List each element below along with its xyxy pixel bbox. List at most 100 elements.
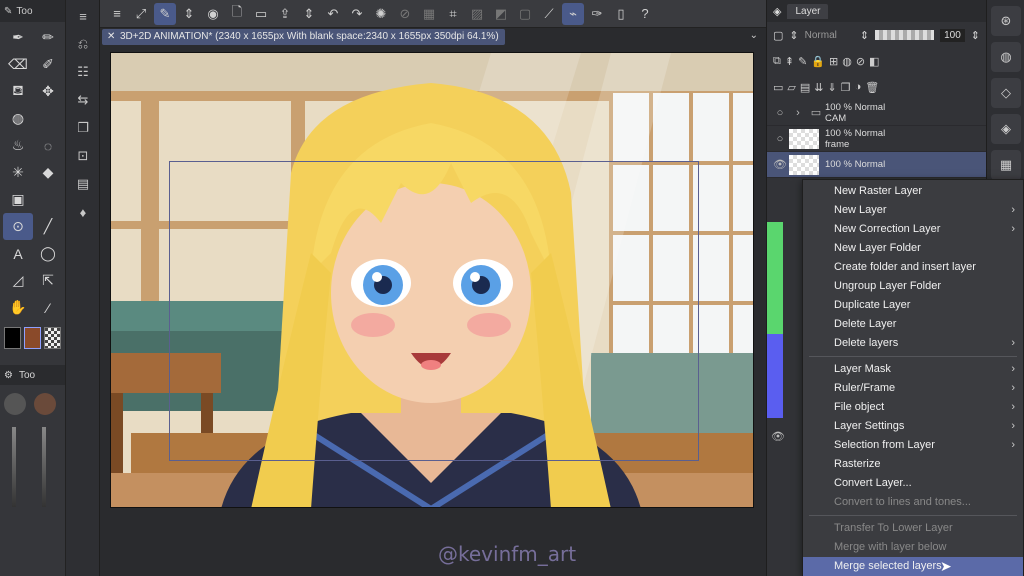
move-tool-icon[interactable]: ✥ xyxy=(33,78,63,105)
transparent-swatch[interactable] xyxy=(44,327,61,349)
ruler-icon[interactable]: ⟋ xyxy=(538,3,560,25)
help-icon[interactable]: ? xyxy=(634,3,656,25)
brush-color-dot[interactable] xyxy=(34,393,56,415)
menu-item-new-correction-layer[interactable]: New Correction Layer › xyxy=(803,220,1023,239)
layers-dock-icon[interactable]: ◈ xyxy=(991,114,1021,144)
color-icon[interactable]: ◧ xyxy=(869,55,879,68)
menu-item-selection-from-layer[interactable]: Selection from Layer › xyxy=(803,436,1023,455)
eye-icon[interactable]: 👁 xyxy=(771,158,789,171)
eye-icon[interactable]: ○ xyxy=(771,107,789,119)
swap-icon[interactable]: ⇆ xyxy=(66,86,100,114)
blend-tool-icon[interactable]: ♨ xyxy=(3,132,33,159)
menu-item-new-layer[interactable]: New Layer › xyxy=(803,201,1023,220)
export-icon[interactable]: ⇪ xyxy=(274,3,296,25)
opacity-slider[interactable] xyxy=(42,427,46,507)
object-tool-icon[interactable]: ⇱ xyxy=(33,267,63,294)
menu-item-delete-layers[interactable]: Delete layers › xyxy=(803,334,1023,353)
fill-tool-icon[interactable]: ⛾ xyxy=(3,78,33,105)
layer-row-cam[interactable]: ○ › ▭ 100 % Normal CAM xyxy=(767,100,986,126)
pen-pressure-icon[interactable]: ✑ xyxy=(586,3,608,25)
loading-icon[interactable]: ✺ xyxy=(370,3,392,25)
eye-icon[interactable]: ○ xyxy=(771,133,789,145)
deselect-icon[interactable]: ▨ xyxy=(466,3,488,25)
bucket-tool-icon[interactable]: ◆ xyxy=(33,159,63,186)
marker-tool-icon[interactable]: ✐ xyxy=(33,51,63,78)
blend-mode-select[interactable]: Normal xyxy=(805,30,854,41)
menu-item-convert-layer[interactable]: Convert Layer... xyxy=(803,474,1023,493)
menu-item-merge-selected-layers[interactable]: Merge selected layers xyxy=(803,557,1023,576)
new-raster-icon[interactable]: ▭ xyxy=(773,81,783,94)
new-file-icon[interactable]: 🗋 xyxy=(226,3,248,25)
merge-icon[interactable]: ⇓ xyxy=(828,81,837,94)
opacity-bar[interactable] xyxy=(875,30,935,40)
pencil-tool-icon[interactable]: ✏ xyxy=(33,24,63,51)
eye-icon[interactable]: 👁 xyxy=(769,430,787,443)
globe-tool-icon[interactable]: ◍ xyxy=(3,105,33,132)
layer-row-frame[interactable]: ○ 100 % Normal frame xyxy=(767,126,986,152)
copy-layer-icon[interactable]: ❐ xyxy=(841,81,851,94)
menu-item-ruler-frame[interactable]: Ruler/Frame › xyxy=(803,379,1023,398)
chevron-updown-icon-3[interactable]: ⇕ xyxy=(860,29,869,42)
menu-item-new-layer-folder[interactable]: New Layer Folder xyxy=(803,239,1023,258)
close-icon[interactable]: ✕ xyxy=(107,29,115,45)
eraser-tool-icon[interactable]: ⌫ xyxy=(3,51,33,78)
expand-icon[interactable]: ⤢ xyxy=(130,3,152,25)
mask-icon[interactable]: ◍ xyxy=(842,55,852,68)
new-vector-icon[interactable]: ▱ xyxy=(787,81,795,94)
invert-icon[interactable]: ◩ xyxy=(490,3,512,25)
menu-icon[interactable]: ≡ xyxy=(66,2,100,30)
stamp-icon[interactable]: ◉ xyxy=(202,3,224,25)
opacity-value[interactable]: 100 xyxy=(940,28,965,42)
menu-item-layer-settings[interactable]: Layer Settings › xyxy=(803,417,1023,436)
gradient-tool-icon[interactable]: ▣ xyxy=(3,186,33,213)
fill-selection-icon[interactable]: ▦ xyxy=(418,3,440,25)
open-folder-icon[interactable]: ▭ xyxy=(250,3,272,25)
device-icon[interactable]: ▯ xyxy=(610,3,632,25)
lock-alpha-icon[interactable]: ⊞ xyxy=(829,55,838,68)
sub-color-swatch[interactable] xyxy=(24,327,41,349)
lock-icon[interactable]: 🔒 xyxy=(811,55,825,68)
size-slider[interactable] xyxy=(12,427,16,507)
selection-tool-icon[interactable]: ⊙ xyxy=(3,213,33,240)
ruler-link-icon[interactable]: ⊘ xyxy=(856,55,865,68)
new-folder-icon[interactable]: ▤ xyxy=(800,81,810,94)
save-icon[interactable]: ▤ xyxy=(66,170,100,198)
chevron-updown-icon[interactable]: ⇕ xyxy=(178,3,200,25)
adjust-icon[interactable]: ☷ xyxy=(66,58,100,86)
canvas-area[interactable]: @kevinfm_art xyxy=(100,46,766,576)
menu-item-new-raster-layer[interactable]: New Raster Layer xyxy=(803,182,1023,201)
draft-icon[interactable]: ✎ xyxy=(798,55,807,68)
menu-item-delete-layer[interactable]: Delete Layer xyxy=(803,315,1023,334)
magic-wand-icon[interactable]: ✳ xyxy=(3,159,33,186)
canvas-tab[interactable]: ✕ 3D+2D ANIMATION* (2340 x 1655px With b… xyxy=(102,29,505,45)
menu-item-layer-mask[interactable]: Layer Mask › xyxy=(803,360,1023,379)
delete-icon[interactable]: 🗑 xyxy=(865,81,879,94)
chevron-updown-icon-4[interactable]: ⇕ xyxy=(971,29,980,42)
crop-icon[interactable]: ⌗ xyxy=(442,3,464,25)
menu-item-transfer-to-lower-layer[interactable]: Transfer To Lower Layer xyxy=(803,519,1023,538)
brush-icon-2[interactable]: ⌁ xyxy=(562,2,584,25)
layer-property-icon[interactable]: ◇ xyxy=(991,78,1021,108)
layer-row-selected[interactable]: 👁 100 % Normal xyxy=(767,152,986,178)
menu-item-file-object[interactable]: File object › xyxy=(803,398,1023,417)
menu-item-duplicate-layer[interactable]: Duplicate Layer xyxy=(803,296,1023,315)
menu-item-convert-to-lines-and-tones[interactable]: Convert to lines and tones... xyxy=(803,493,1023,512)
chevron-down-icon[interactable]: ⌄ xyxy=(750,30,758,41)
transfer-icon[interactable]: ⇊ xyxy=(814,81,823,94)
lasso-tool-icon[interactable]: ◌ xyxy=(33,132,63,159)
main-color-swatch[interactable] xyxy=(4,327,21,349)
navigator-icon[interactable]: ⊛ xyxy=(991,6,1021,36)
drop-icon[interactable]: ♦ xyxy=(66,198,100,226)
selection-box-icon[interactable]: ▢ xyxy=(514,3,536,25)
frame-tool-icon[interactable]: ◿ xyxy=(3,267,33,294)
transform-icon[interactable]: ⊡ xyxy=(66,142,100,170)
hand-tool-icon[interactable]: ✋ xyxy=(3,294,33,321)
reference-icon[interactable]: ⇞ xyxy=(785,55,794,68)
undo-icon[interactable]: ↶ xyxy=(322,3,344,25)
clear-icon[interactable]: ⊘ xyxy=(394,3,416,25)
clip-icon[interactable]: ⧉ xyxy=(773,55,781,68)
edit-icon[interactable]: ✎ xyxy=(154,2,176,25)
material-icon[interactable]: ▦ xyxy=(991,150,1021,180)
settings-updown-icon[interactable]: ⇕ xyxy=(298,3,320,25)
chevron-right-icon[interactable]: › xyxy=(789,107,807,119)
